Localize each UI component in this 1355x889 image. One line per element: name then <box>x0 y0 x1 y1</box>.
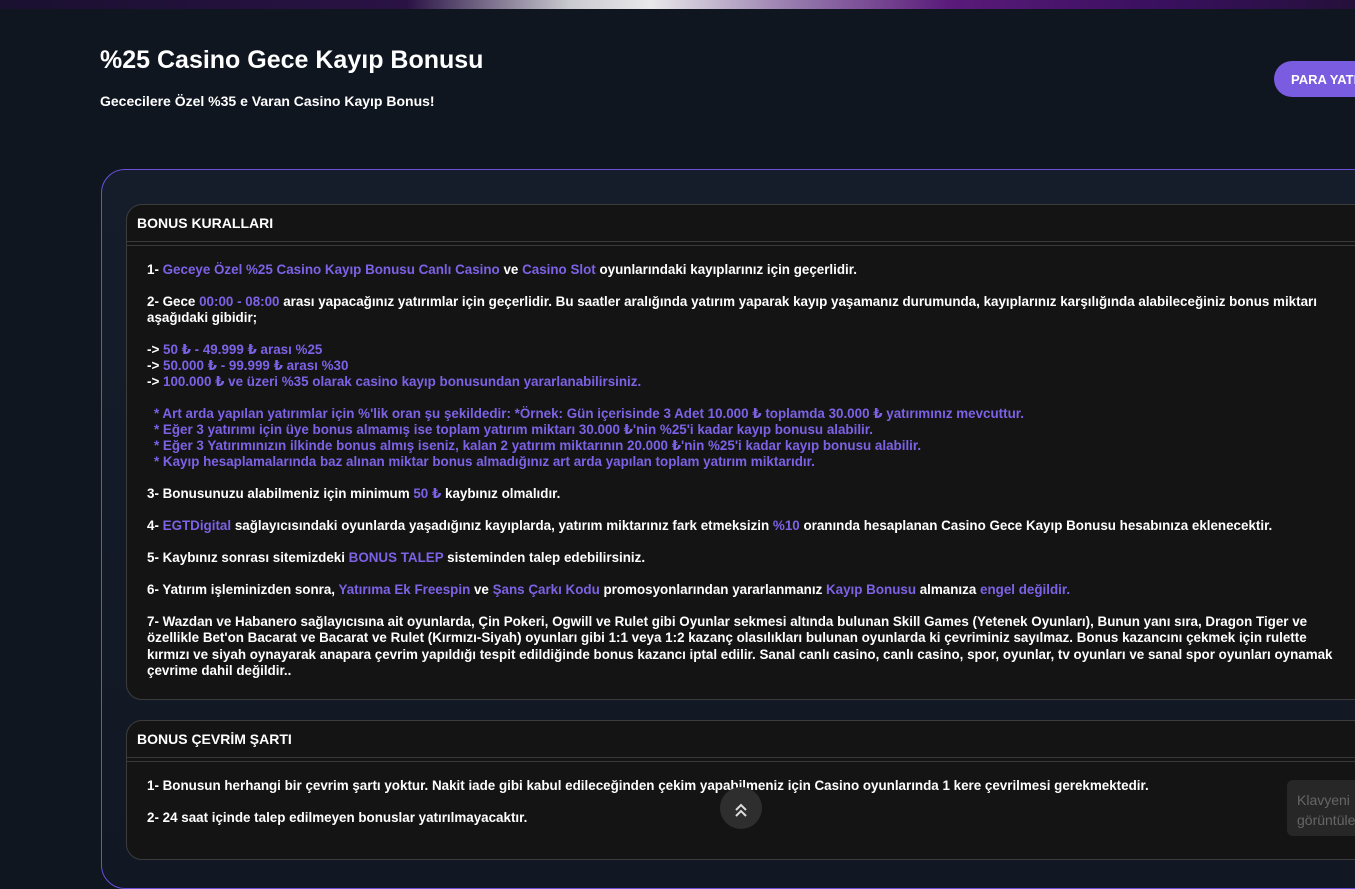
tier-item: -> 50.000 ₺ - 99.999 ₺ arası %30 <box>147 358 1345 374</box>
tier-item: -> 100.000 ₺ ve üzeri %35 olarak casino … <box>147 374 1345 390</box>
rule-highlight: EGTDigital <box>162 518 232 533</box>
bonus-tier-list: -> 50 ₺ - 49.999 ₺ arası %25 -> 50.000 ₺… <box>147 342 1345 390</box>
bonus-rules-heading: BONUS KURALLARI <box>127 205 1355 242</box>
bonus-rules-body: 1- Geceye Özel %25 Casino Kayıp Bonusu C… <box>127 246 1355 679</box>
rule-highlight: Yatırıma Ek Freespin <box>338 582 471 597</box>
tier-text: 50.000 ₺ - 99.999 ₺ arası %30 <box>163 358 349 373</box>
tier-text: 100.000 ₺ ve üzeri %35 olarak casino kay… <box>163 374 642 389</box>
rule-text: 1- <box>147 262 163 277</box>
rule-highlight: engel değildir. <box>980 582 1071 597</box>
rule-1: 1- Geceye Özel %25 Casino Kayıp Bonusu C… <box>147 262 1345 278</box>
tier-arrow: -> <box>147 342 163 357</box>
deposit-button[interactable]: PARA YATIR <box>1274 61 1355 97</box>
note-item: * Art arda yapılan yatırımlar için %'lik… <box>154 406 1024 421</box>
page-subtitle: Gececilere Özel %35 e Varan Casino Kayıp… <box>100 93 435 109</box>
rule-highlight: Kayıp Bonusu <box>825 582 917 597</box>
rule-text: sisteminden talep edebilirsiniz. <box>443 550 646 565</box>
tier-arrow: -> <box>147 358 163 373</box>
tier-item: -> 50 ₺ - 49.999 ₺ arası %25 <box>147 342 1345 358</box>
rule-text: 2- Gece <box>147 294 200 309</box>
rule-7: 7- Wazdan ve Habanero sağlayıcısına ait … <box>147 614 1333 678</box>
rule-2: 2- Gece 00:00 - 08:00 arası yapacağınız … <box>147 294 1345 326</box>
rule-text: 5- Kaybınız sonrası sitemizdeki <box>147 550 349 565</box>
hero-banner-strip <box>0 0 1355 9</box>
rule-text: sağlayıcısındaki oyunlarda yaşadığınız k… <box>231 518 773 533</box>
rule-highlight: Geceye Özel %25 Casino Kayıp Bonusu Canl… <box>162 262 500 277</box>
rule-5: 5- Kaybınız sonrası sitemizdeki BONUS TA… <box>147 550 1345 566</box>
rule-highlight: 50 ₺ <box>413 486 442 501</box>
rule-4: 4- EGTDigital sağlayıcısındaki oyunlarda… <box>147 518 1345 534</box>
rule-text: promosyonlarından yararlanmanız <box>599 582 826 597</box>
bonus-talep-link[interactable]: BONUS TALEP <box>349 550 444 565</box>
keyboard-hint-overlay[interactable]: Klavyeni görüntüle <box>1287 780 1355 836</box>
rule-highlight: Şans Çarkı Kodu <box>492 582 600 597</box>
rule-text: oyunlarındaki kayıplarınız için geçerlid… <box>595 262 857 277</box>
page-title: %25 Casino Gece Kayıp Bonusu <box>100 46 484 74</box>
rule-text: oranında hesaplanan Casino Gece Kayıp Bo… <box>799 518 1273 533</box>
rule-text: almanıza <box>916 582 981 597</box>
rule-6: 6- Yatırım işleminizden sonra, Yatırıma … <box>147 582 1345 598</box>
rule-highlight: %10 <box>772 518 800 533</box>
rule-highlight: 00:00 - 08:00 <box>199 294 280 309</box>
rule-text: 4- <box>147 518 163 533</box>
example-notes: * Art arda yapılan yatırımlar için %'lik… <box>147 406 1345 470</box>
rule-highlight: Casino Slot <box>522 262 596 277</box>
double-chevron-up-icon <box>734 801 748 818</box>
rule-text: 6- Yatırım işleminizden sonra, <box>147 582 339 597</box>
rule-text: ve <box>470 582 493 597</box>
tier-arrow: -> <box>147 374 163 389</box>
rule-text: 3- Bonusunuzu alabilmeniz için minimum <box>147 486 414 501</box>
note-item: * Kayıp hesaplamalarında baz alınan mikt… <box>154 454 815 469</box>
bonus-rules-section: BONUS KURALLARI 1- Geceye Özel %25 Casin… <box>126 204 1355 700</box>
note-item: * Eğer 3 yatırımı için üye bonus almamış… <box>154 422 873 437</box>
wagering-heading: BONUS ÇEVRİM ŞARTI <box>127 721 1355 758</box>
rule-text: kaybınız olmalıdır. <box>441 486 561 501</box>
rule-text: arası yapacağınız yatırımlar için geçerl… <box>147 294 1317 325</box>
scroll-to-top-button[interactable] <box>720 787 762 829</box>
note-item: * Eğer 3 Yatırımınızın ilkinde bonus alm… <box>154 438 922 453</box>
rule-text: ve <box>499 262 523 277</box>
tier-text: 50 ₺ - 49.999 ₺ arası %25 <box>163 342 323 357</box>
rule-3: 3- Bonusunuzu alabilmeniz için minimum 5… <box>147 486 1345 502</box>
